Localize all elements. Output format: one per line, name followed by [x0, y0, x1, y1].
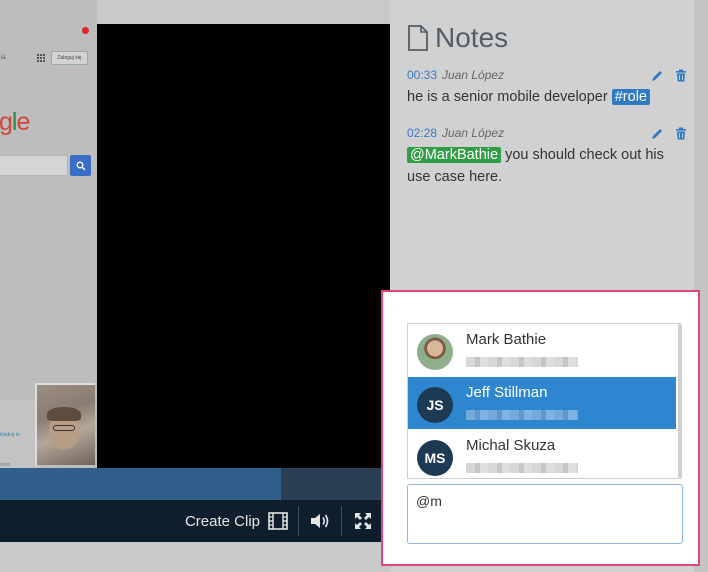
footer-link: kładnij to	[0, 432, 20, 438]
create-clip-label: Create Clip	[184, 512, 260, 530]
note-actions	[641, 125, 689, 141]
player-controls: Create Clip	[0, 500, 390, 542]
mention-name: Jeff Stillman	[466, 384, 548, 401]
note-text: he is a senior mobile developer	[407, 89, 612, 105]
pencil-icon	[651, 128, 662, 139]
video-frame[interactable]	[97, 24, 390, 468]
webcam-hair	[47, 407, 81, 421]
avatar: MS	[417, 440, 453, 476]
search-logo: gle	[0, 108, 30, 136]
note-timestamp[interactable]: 00:33	[407, 68, 437, 82]
create-clip-button[interactable]: Create Clip	[185, 500, 298, 542]
webcam-thumbnail	[35, 383, 95, 465]
shared-screen-view: ia Zaloguj się gle kładnij to ność	[0, 0, 97, 468]
notes-header: Notes	[407, 22, 508, 54]
redacted-email	[466, 357, 578, 367]
note-timestamp[interactable]: 02:28	[407, 126, 437, 140]
mention-scrollbar[interactable]	[678, 324, 682, 478]
search-bar	[0, 155, 68, 176]
mention-chip[interactable]: @MarkBathie	[407, 147, 502, 163]
note-actions	[641, 67, 689, 83]
notes-title: Notes	[435, 22, 509, 53]
note-input[interactable]: @m	[407, 484, 683, 544]
delete-note-button[interactable]	[673, 67, 689, 83]
document-icon	[408, 25, 428, 51]
volume-button[interactable]	[299, 500, 341, 542]
fullscreen-button[interactable]	[342, 500, 384, 542]
edit-note-button[interactable]	[649, 125, 665, 141]
film-icon	[268, 512, 288, 530]
mention-option[interactable]: Mark Bathie	[408, 324, 676, 376]
signin-button: Zaloguj się	[51, 51, 88, 65]
apps-grid-icon	[37, 54, 45, 62]
app-page: ia Zaloguj się gle kładnij to ność Creat…	[0, 0, 708, 572]
note-body: @MarkBathie you should check out his use…	[407, 144, 689, 188]
avatar	[417, 334, 453, 370]
avatar: JS	[417, 387, 453, 423]
note-meta: 00:33 Juan López	[407, 67, 689, 83]
mention-option-active[interactable]: JS Jeff Stillman	[408, 377, 676, 429]
highlight-frame: Mark Bathie JS Jeff Stillman MS Michal S…	[381, 290, 700, 566]
progress-fill	[0, 468, 281, 500]
search-icon	[70, 155, 91, 176]
hashtag-chip[interactable]: #role	[611, 89, 650, 105]
mention-name: Mark Bathie	[466, 331, 547, 348]
mention-option[interactable]: MS Michal Skuza	[408, 430, 676, 478]
note-author: Juan López	[442, 126, 505, 140]
note-body: he is a senior mobile developer #role	[407, 86, 689, 108]
note-item: 02:28 Juan López @MarkBathie you should …	[407, 125, 689, 188]
pencil-icon	[651, 70, 662, 81]
mention-name: Michal Skuza	[466, 437, 556, 454]
note-item: 00:33 Juan López he is a senior mobile d…	[407, 67, 689, 108]
volume-icon	[311, 514, 329, 528]
corner-link: ia	[1, 55, 6, 61]
mention-suggestions: Mark Bathie JS Jeff Stillman MS Michal S…	[407, 323, 681, 479]
redacted-email	[466, 463, 578, 473]
trash-icon	[676, 127, 686, 139]
note-author: Juan López	[442, 68, 505, 82]
fullscreen-icon	[355, 513, 371, 529]
page-footer-strip	[0, 542, 390, 572]
edit-note-button[interactable]	[649, 67, 665, 83]
recording-dot-icon	[82, 27, 89, 34]
trash-icon	[676, 69, 686, 81]
note-meta: 02:28 Juan López	[407, 125, 689, 141]
redacted-email	[466, 410, 578, 420]
webcam-glasses	[53, 425, 75, 431]
delete-note-button[interactable]	[673, 125, 689, 141]
